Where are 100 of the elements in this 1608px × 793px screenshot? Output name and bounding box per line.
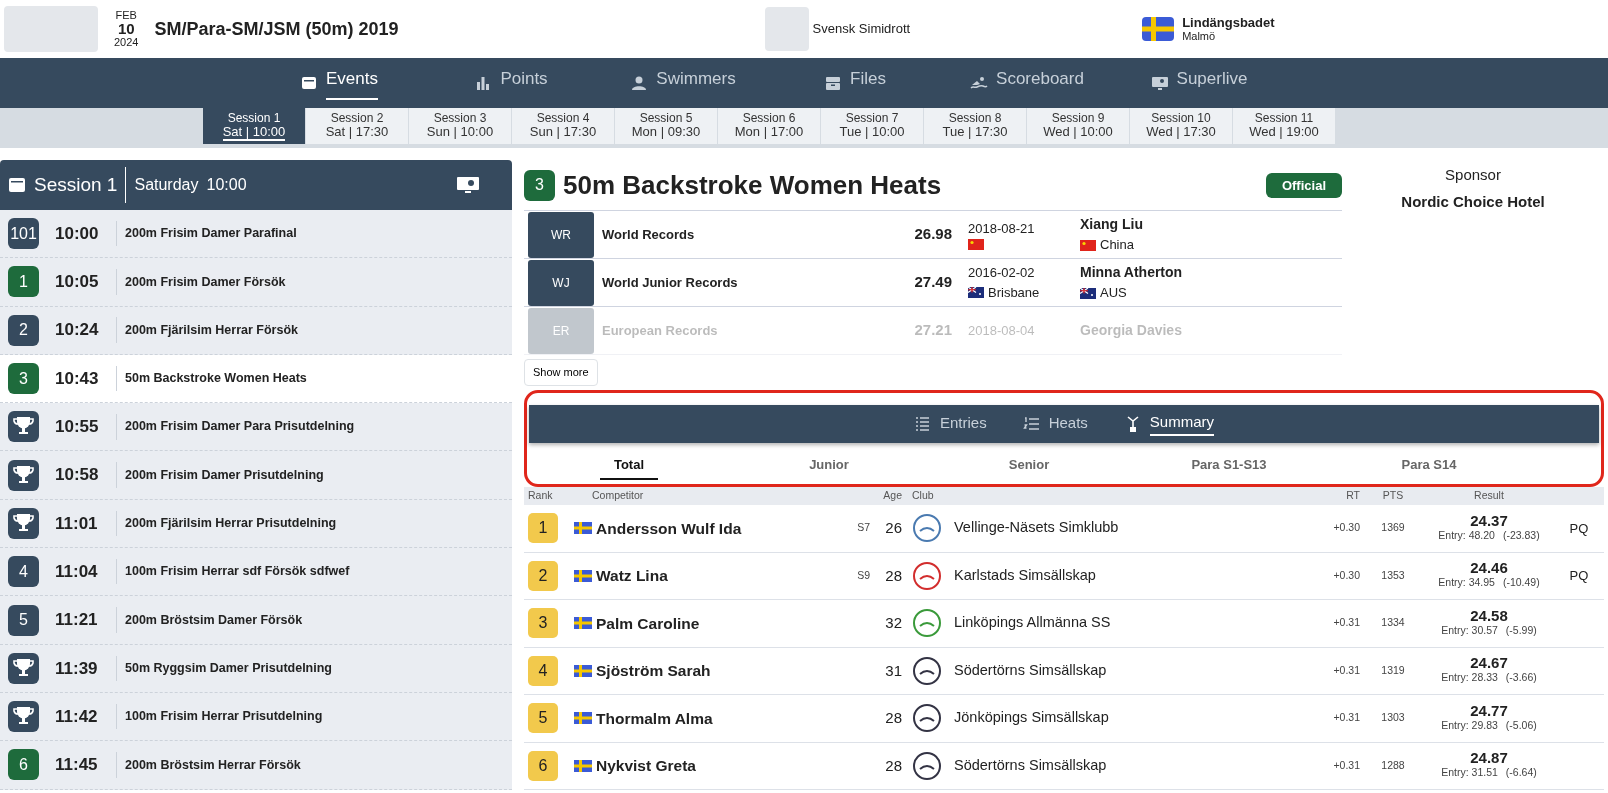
reaction-time: +0.31 — [1332, 662, 1360, 678]
show-more-button[interactable]: Show more — [524, 359, 598, 386]
view-tab[interactable]: Entries — [907, 411, 993, 436]
record-code: WR — [528, 211, 594, 258]
event-time: 10:24 — [55, 317, 117, 343]
column-header: Rank — [527, 488, 554, 504]
nav-tab[interactable]: Superlive — [1113, 58, 1285, 108]
reaction-time: +0.31 — [1332, 615, 1360, 631]
category-tab[interactable]: Para S1-S13 — [1129, 450, 1329, 478]
record-date: 2016-02-02 — [968, 264, 1036, 282]
event-time: 11:42 — [55, 703, 117, 730]
files-icon — [824, 74, 843, 92]
event-time: 11:45 — [55, 752, 117, 778]
session-tab[interactable]: Session 9 Wed | 10:00 — [1027, 108, 1129, 144]
event-name: 50m Backstroke Women Heats — [125, 370, 307, 388]
meet-title: SM/Para-SM/JSM (50m) 2019 — [154, 17, 399, 41]
venue-name: Lindängsbadet — [1182, 15, 1275, 31]
event-name: 200m Fjärilsim Herrar Prisutdelning — [125, 515, 337, 533]
nav-tab[interactable]: Files — [769, 58, 941, 108]
record-holder: Xiang Liu — [1080, 215, 1143, 235]
flag-icon — [1142, 17, 1175, 41]
column-header: PTS — [1381, 488, 1405, 504]
record-name: World Records — [602, 225, 696, 244]
session-tab[interactable]: Session 5 Mon | 09:30 — [615, 108, 717, 144]
record-date: 2018-08-21 — [968, 220, 1036, 239]
view-tab[interactable]: Heats — [1016, 411, 1094, 436]
club-logo-icon — [912, 655, 942, 686]
result-time: 24.37 — [1470, 512, 1508, 528]
event-name: 200m Frisim Damer Para Prisutdelning — [125, 418, 355, 436]
session-tab[interactable]: Session 7 Tue | 10:00 — [821, 108, 923, 144]
record-date: 2018-08-04 — [968, 321, 1036, 340]
record-holder: Minna Atherton — [1080, 263, 1183, 283]
venue-city: Malmö — [1182, 30, 1217, 43]
session-tab[interactable]: Session 1 Sat | 10:00 — [203, 108, 305, 144]
rank-badge: 3 — [528, 608, 558, 639]
reaction-time: +0.30 — [1332, 567, 1360, 583]
points-value: 1319 — [1380, 662, 1406, 678]
club-logo-icon — [912, 513, 942, 544]
reaction-time: +0.31 — [1332, 710, 1360, 726]
nav-tab[interactable]: Swimmers — [597, 58, 769, 108]
reaction-time: +0.30 — [1332, 520, 1360, 536]
date-day: 10 — [117, 21, 135, 37]
session-tab[interactable]: Session 4 Sun | 17:30 — [512, 108, 614, 144]
time-difference: (-10.49) — [1502, 575, 1540, 591]
session-tab[interactable]: Session 3 Sun | 10:00 — [409, 108, 511, 144]
session-tab[interactable]: Session 2 Sat | 17:30 — [306, 108, 408, 144]
event-name: 100m Frisim Herrar sdf Försök sdfwef — [125, 563, 350, 581]
category-tab[interactable]: Senior — [929, 450, 1129, 478]
result-time: 24.67 — [1470, 655, 1508, 671]
view-tab[interactable]: Summary — [1117, 410, 1221, 437]
session-tab[interactable]: Session 8 Tue | 17:30 — [924, 108, 1026, 144]
event-number: 1 — [8, 266, 39, 298]
event-row[interactable]: 101 10:00 200m Frisim Damer Parafinal — [0, 210, 512, 259]
event-row[interactable]: 11:01 200m Fjärilsim Herrar Prisutdelning — [0, 499, 512, 549]
sponsor-label: Sponsor — [1445, 165, 1501, 185]
age-value: 28 — [884, 708, 902, 728]
event-time: 10:00 — [55, 220, 117, 247]
club-name: Södertörns Simsällskap — [954, 660, 1108, 680]
result-time: 24.58 — [1470, 607, 1508, 623]
sport-class: S9 — [856, 567, 870, 583]
checklist-icon — [913, 414, 932, 433]
event-name: 200m Frisim Damer Prisutdelning — [125, 466, 324, 484]
session-time: 10:00 — [206, 175, 247, 195]
nav-tab[interactable]: Scoreboard — [941, 58, 1113, 108]
event-row[interactable]: 2 10:24 200m Fjärilsim Herrar Försök — [0, 306, 512, 355]
event-row[interactable]: 1 10:05 200m Frisim Damer Försök — [0, 258, 512, 307]
session-tab[interactable]: Session 10 Wed | 17:30 — [1130, 108, 1232, 144]
event-time: 11:04 — [55, 558, 117, 585]
numbered-list-icon — [1022, 414, 1041, 433]
category-tab[interactable]: Junior — [729, 450, 929, 478]
category-tab[interactable]: Total — [529, 450, 729, 478]
event-row[interactable]: 6 11:45 200m Bröstsim Herrar Försök — [0, 741, 512, 790]
nav-tab[interactable]: Points — [425, 58, 597, 108]
event-row[interactable]: 10:58 200m Frisim Damer Prisutdelning — [0, 451, 512, 500]
event-row[interactable]: 11:42 100m Frisim Herrar Prisutdelning — [0, 692, 512, 742]
points-value: 1303 — [1380, 710, 1406, 726]
event-row[interactable]: 10:55 200m Frisim Damer Para Prisutdelning — [0, 403, 512, 452]
record-country: AUS — [1100, 284, 1127, 303]
nav-tab[interactable]: Events — [253, 58, 425, 108]
event-time: 10:55 — [55, 414, 117, 440]
event-time: 10:05 — [55, 269, 117, 295]
event-number: 3 — [524, 169, 555, 201]
organizer-logo — [764, 7, 809, 51]
entry-time: Entry: 48.20 — [1438, 527, 1495, 543]
qualification-mark: PQ — [1568, 519, 1590, 538]
entry-time: Entry: 31.51 — [1441, 765, 1498, 781]
event-row[interactable]: 4 11:04 100m Frisim Herrar sdf Försök sdfwef — [0, 548, 512, 597]
event-name: 200m Fjärilsim Herrar Försök — [125, 321, 298, 339]
monitor-icon — [456, 175, 480, 195]
column-header: Age — [882, 488, 902, 504]
monitor-icon — [1150, 74, 1169, 92]
category-tab[interactable]: Para S14 — [1329, 450, 1529, 478]
event-row[interactable]: 5 11:21 200m Bröstsim Damer Försök — [0, 596, 512, 645]
session-tab[interactable]: Session 6 Mon | 17:00 — [718, 108, 820, 144]
age-value: 31 — [884, 660, 902, 681]
time-difference: (-5.99) — [1505, 622, 1537, 638]
event-row[interactable]: 11:39 50m Ryggsim Damer Prisutdelning — [0, 644, 512, 693]
session-tab[interactable]: Session 11 Wed | 19:00 — [1233, 108, 1335, 144]
entry-time: Entry: 34.95 — [1438, 575, 1495, 591]
record-time: 27.49 — [913, 272, 952, 293]
